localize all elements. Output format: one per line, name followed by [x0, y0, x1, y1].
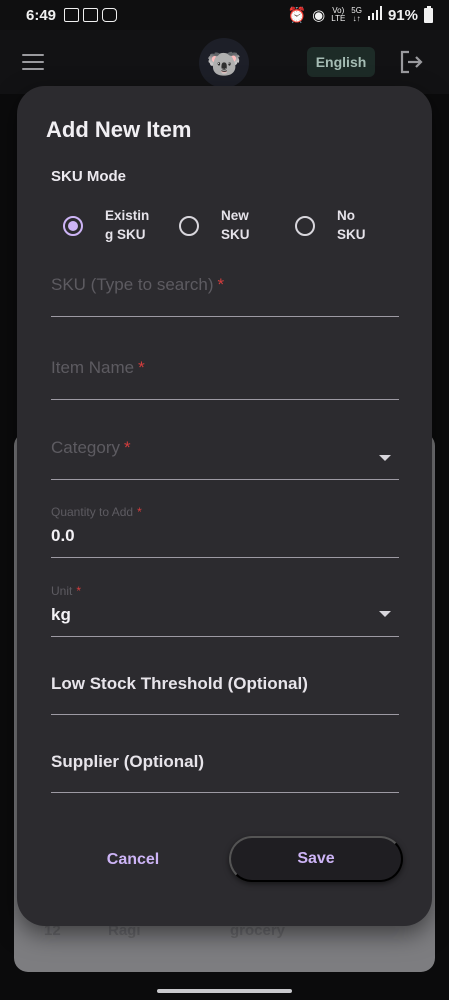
unit-label: Unit — [51, 584, 73, 598]
category-dropdown[interactable]: Category * — [51, 429, 399, 480]
unit-dropdown[interactable]: Unit * kg — [51, 581, 399, 637]
required-marker: * — [137, 505, 142, 519]
network-gen-indicator: 5G ↓↑ — [351, 6, 362, 23]
cancel-button[interactable]: Cancel — [83, 838, 183, 882]
logout-icon[interactable] — [398, 49, 424, 75]
sku-mode-radio-group: Existin g SKU New SKU No SKU — [51, 206, 411, 246]
dropdown-arrow-icon[interactable] — [379, 611, 391, 617]
signal-icon — [367, 6, 382, 24]
supplier-input[interactable]: Supplier (Optional) — [51, 742, 399, 793]
required-marker: * — [217, 275, 225, 294]
home-indicator[interactable] — [157, 989, 292, 993]
avatar[interactable]: 🐨 — [199, 38, 249, 88]
add-item-dialog: Add New Item SKU Mode Existin g SKU New SK… — [17, 86, 432, 926]
unit-value: kg — [51, 605, 71, 624]
radio-button[interactable] — [179, 216, 199, 236]
save-button[interactable]: Save — [229, 836, 403, 882]
sku-search-input[interactable]: SKU (Type to search) * — [51, 266, 399, 317]
radio-new-sku-label: New SKU — [221, 208, 250, 242]
language-button[interactable]: English — [307, 47, 375, 77]
volte-indicator: Vo) LTE — [331, 6, 346, 23]
sku-placeholder: SKU (Type to search) — [51, 275, 214, 294]
radio-no-sku[interactable]: No SKU — [295, 206, 383, 244]
instagram-icon — [102, 8, 118, 22]
status-bar: 6:49 ⏰ ◉ Vo) LTE 5G ↓↑ 91% — [0, 0, 449, 30]
supplier-label: Supplier (Optional) — [51, 752, 204, 771]
required-marker: * — [76, 584, 82, 598]
radio-existing-sku-label: Existin g SKU — [105, 208, 150, 242]
radio-button[interactable] — [295, 216, 315, 236]
quantity-input[interactable]: Quantity to Add * 0.0 — [51, 502, 399, 558]
item-name-input[interactable]: Item Name * — [51, 349, 399, 400]
menu-icon[interactable] — [22, 54, 44, 70]
notification-icons — [64, 8, 118, 22]
system-icons: ⏰ ◉ Vo) LTE 5G ↓↑ 91% — [287, 5, 433, 24]
item-name-placeholder: Item Name — [51, 358, 135, 377]
battery-icon — [424, 5, 433, 23]
sku-mode-label: SKU Mode — [51, 168, 126, 185]
hotspot-icon: ◉ — [312, 7, 326, 24]
dropdown-arrow-icon[interactable] — [379, 455, 391, 461]
alarm-icon: ⏰ — [287, 7, 307, 24]
required-marker: * — [123, 438, 131, 457]
required-marker: * — [138, 358, 145, 377]
radio-button-selected[interactable] — [63, 216, 83, 236]
status-time: 6:49 — [26, 6, 57, 24]
notification-icon — [64, 8, 80, 22]
dialog-title: Add New Item — [46, 117, 192, 142]
quantity-value: 0.0 — [51, 526, 75, 545]
radio-new-sku[interactable]: New SKU — [179, 206, 267, 244]
radio-existing-sku[interactable]: Existin g SKU — [63, 206, 151, 244]
koala-icon: 🐨 — [206, 47, 242, 79]
low-stock-threshold-input[interactable]: Low Stock Threshold (Optional) — [51, 664, 399, 715]
radio-no-sku-label: No SKU — [337, 208, 366, 242]
app-notification-icon — [83, 8, 99, 22]
app-bar: 🐨 English — [0, 30, 449, 94]
category-placeholder: Category — [51, 438, 120, 457]
low-stock-label: Low Stock Threshold (Optional) — [51, 674, 308, 693]
quantity-label: Quantity to Add — [51, 505, 134, 519]
battery-percent: 91% — [387, 6, 418, 24]
